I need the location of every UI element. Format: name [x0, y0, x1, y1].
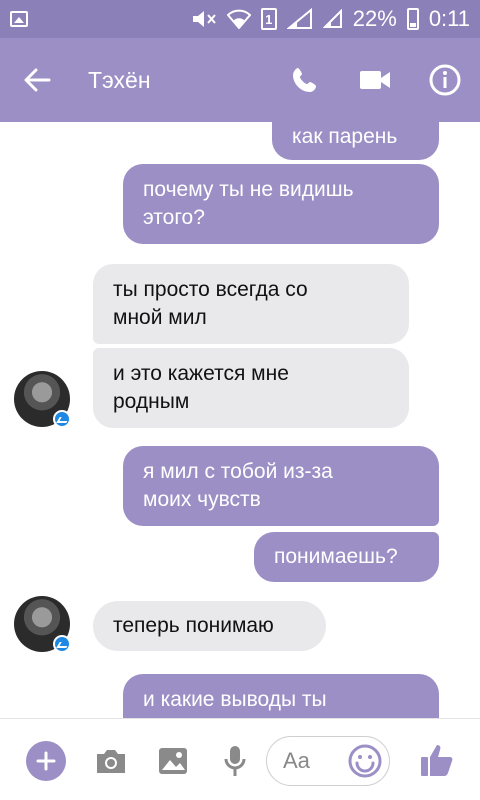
message-text: как парень [292, 125, 398, 148]
plus-icon [36, 751, 56, 771]
more-actions-button[interactable] [26, 741, 66, 781]
gallery-notification-icon [10, 11, 28, 27]
message-text: я мил с тобой из-за [143, 460, 333, 483]
camera-button[interactable] [92, 743, 130, 779]
contact-name[interactable]: Тэхён [88, 67, 270, 94]
message-bubble-incoming[interactable]: ты просто всегда со мной мил [93, 264, 409, 344]
wifi-icon [226, 9, 251, 29]
video-call-button[interactable] [340, 38, 410, 122]
messenger-badge-icon [53, 410, 71, 428]
message-text: этого? [143, 206, 205, 229]
emoji-button[interactable] [347, 743, 383, 779]
message-bubble-outgoing[interactable]: и какие выводы ты [123, 674, 439, 718]
camera-icon [97, 750, 125, 773]
message-text: теперь понимаю [113, 614, 274, 637]
mute-icon [192, 11, 216, 27]
arrow-left-icon [24, 68, 51, 92]
chat-header: Тэхён [0, 38, 480, 122]
message-text: мной мил [113, 306, 207, 329]
message-bubble-outgoing[interactable]: я мил с тобой из-за моих чувств [123, 446, 439, 526]
voice-button[interactable] [216, 741, 254, 781]
image-icon [159, 748, 187, 774]
composer-bar: Aa [0, 718, 480, 800]
thumbs-up-icon [421, 745, 453, 776]
message-bubble-incoming[interactable]: теперь понимаю [93, 601, 326, 651]
gallery-button[interactable] [154, 743, 192, 779]
message-text: понимаешь? [274, 545, 398, 568]
message-text: и это кажется мне [113, 362, 289, 385]
clock: 0:11 [428, 6, 470, 31]
like-button[interactable] [416, 739, 458, 781]
sim-icon: 1 [260, 8, 277, 30]
call-button[interactable] [270, 38, 340, 122]
message-input-placeholder: Aa [283, 748, 310, 773]
message-text: моих чувств [143, 488, 261, 511]
info-button[interactable] [410, 38, 480, 122]
phone-icon [293, 68, 316, 92]
messenger-badge-icon [53, 635, 71, 653]
message-bubble-outgoing[interactable]: как парень [272, 122, 439, 160]
message-input[interactable]: Aa [266, 736, 390, 786]
back-button[interactable] [0, 38, 74, 122]
status-bar: 1 22% 0:11 [0, 0, 480, 38]
message-list[interactable]: как парень почему ты не видишь этого? ты… [0, 122, 480, 718]
message-bubble-outgoing[interactable]: понимаешь? [254, 532, 439, 582]
message-text: почему ты не видишь [143, 178, 354, 201]
message-bubble-outgoing[interactable]: почему ты не видишь этого? [123, 164, 439, 244]
video-camera-icon [360, 71, 390, 89]
signal-icon [286, 8, 312, 29]
message-text: и какие выводы ты [143, 688, 327, 711]
microphone-icon [224, 746, 246, 776]
message-text: ты просто всегда со [113, 278, 308, 301]
emoji-icon [348, 744, 382, 778]
battery-percent: 22% [352, 6, 397, 31]
info-icon [429, 64, 461, 96]
battery-icon [406, 8, 419, 30]
signal-2-icon [322, 9, 342, 28]
message-bubble-incoming[interactable]: и это кажется мне родным [93, 348, 409, 428]
message-text: родным [113, 390, 190, 413]
